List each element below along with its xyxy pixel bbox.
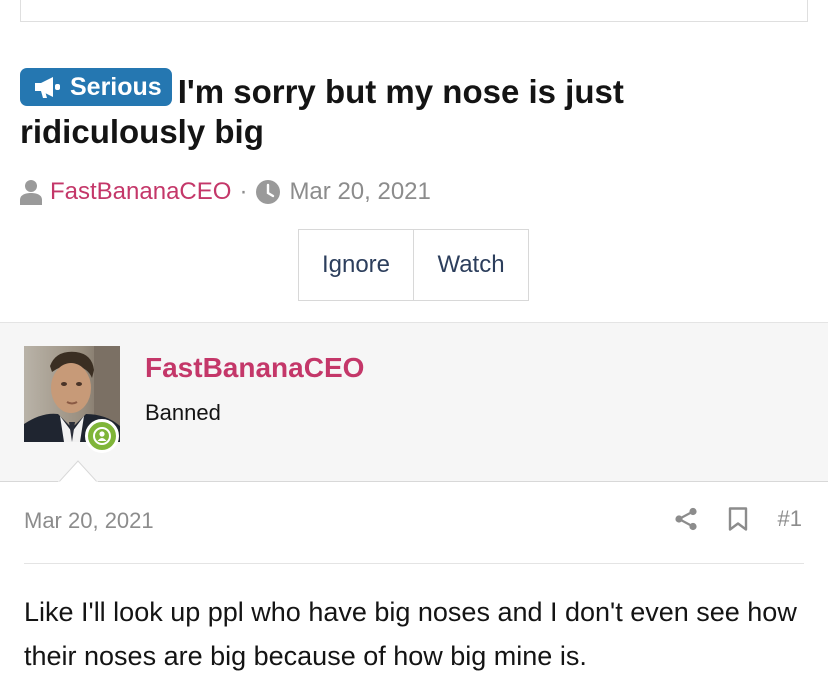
thread-prefix-badge[interactable]: Serious bbox=[20, 68, 172, 106]
post-actions: #1 bbox=[674, 506, 802, 532]
thread-title: Serious I'm sorry but my nose is just ri… bbox=[20, 68, 800, 152]
post-user-header bbox=[0, 322, 828, 482]
share-icon[interactable] bbox=[674, 507, 698, 531]
thread-meta: FastBananaCEO · Mar 20, 2021 bbox=[20, 176, 431, 208]
post-date-link[interactable]: Mar 20, 2021 bbox=[24, 508, 154, 534]
thread-prefix-label: Serious bbox=[70, 73, 162, 101]
user-icon bbox=[20, 180, 42, 205]
post-divider bbox=[24, 563, 804, 564]
post-body-text: Like I'll look up ppl who have big noses… bbox=[24, 597, 797, 671]
post-pointer-arrow bbox=[58, 460, 98, 483]
watch-button[interactable]: Watch bbox=[414, 230, 528, 300]
thread-action-buttons: Ignore Watch bbox=[298, 229, 529, 301]
poster-username[interactable]: FastBananaCEO bbox=[145, 352, 364, 384]
online-user-icon bbox=[93, 427, 111, 445]
meta-separator: · bbox=[239, 178, 248, 205]
poster-user-title: Banned bbox=[145, 400, 221, 425]
ignore-button[interactable]: Ignore bbox=[299, 230, 414, 300]
clock-icon bbox=[256, 180, 281, 204]
megaphone-icon bbox=[35, 77, 60, 98]
bookmark-icon[interactable] bbox=[728, 507, 748, 531]
thread-author-link[interactable]: FastBananaCEO bbox=[50, 178, 231, 206]
previous-block-box bbox=[20, 0, 808, 22]
online-status-badge bbox=[85, 419, 119, 453]
post-number-link[interactable]: #1 bbox=[778, 506, 802, 532]
thread-date-link[interactable]: Mar 20, 2021 bbox=[289, 178, 430, 206]
